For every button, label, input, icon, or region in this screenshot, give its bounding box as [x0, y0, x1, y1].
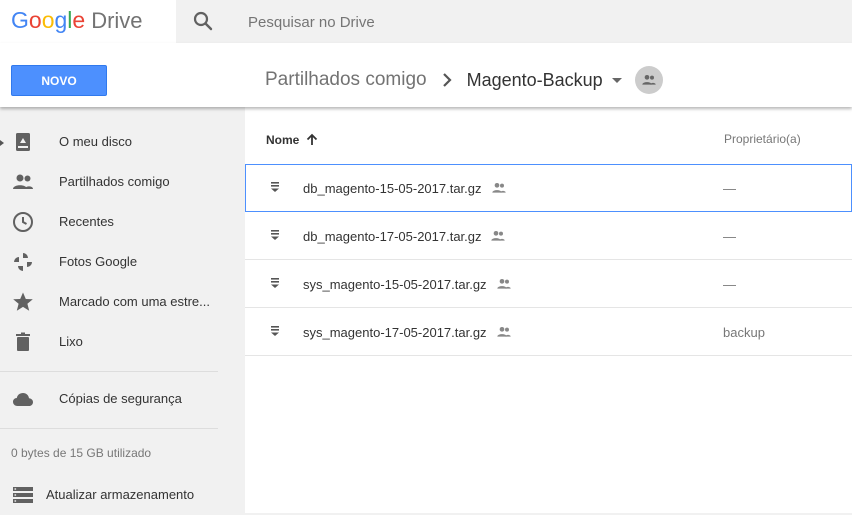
table-row[interactable]: sys_magento-15-05-2017.tar.gz —	[245, 260, 852, 308]
file-name: sys_magento-15-05-2017.tar.gz	[303, 277, 487, 292]
sidebar-divider	[0, 371, 218, 372]
arrow-up-icon[interactable]	[304, 132, 320, 148]
table-row[interactable]: sys_magento-17-05-2017.tar.gz backup	[245, 308, 852, 356]
clock-icon	[13, 212, 33, 232]
upgrade-storage-link[interactable]: Atualizar armazenamento	[0, 475, 245, 515]
breadcrumb-current-folder[interactable]: Magento-Backup	[467, 70, 603, 91]
drive-icon	[16, 133, 30, 151]
breadcrumb-shared-with-me[interactable]: Partilhados comigo	[265, 69, 427, 91]
table-row[interactable]: db_magento-15-05-2017.tar.gz —	[245, 164, 852, 212]
shared-people-icon	[492, 183, 506, 193]
search-icon[interactable]	[191, 9, 215, 33]
shared-people-icon	[642, 75, 656, 85]
archive-file-icon	[271, 278, 279, 288]
shared-people-icon	[497, 279, 511, 289]
sidebar-item-label: Partilhados comigo	[59, 174, 170, 189]
file-owner: —	[723, 277, 736, 292]
sidebar-item-trash[interactable]: Lixo	[0, 322, 245, 362]
photos-pinwheel-icon	[14, 253, 32, 271]
shared-folder-badge[interactable]	[634, 66, 663, 94]
file-owner: backup	[723, 325, 765, 340]
sidebar: O meu disco Partilhados comigo Recentes …	[0, 107, 245, 513]
sidebar-item-label: Lixo	[59, 334, 83, 349]
file-list-header: Nome Proprietário(a)	[245, 107, 852, 164]
archive-file-icon	[271, 230, 279, 240]
google-drive-logo[interactable]: Google Drive	[11, 6, 143, 35]
archive-file-icon	[271, 182, 279, 192]
shared-people-icon	[491, 231, 505, 241]
table-row[interactable]: db_magento-17-05-2017.tar.gz —	[245, 212, 852, 260]
sidebar-item-my-drive[interactable]: O meu disco	[0, 122, 245, 162]
trash-icon	[16, 332, 30, 351]
sidebar-item-label: O meu disco	[59, 134, 132, 149]
column-header-owner[interactable]: Proprietário(a)	[724, 132, 801, 146]
product-name: Drive	[91, 8, 143, 33]
cloud-icon	[13, 393, 33, 406]
upgrade-storage-label: Atualizar armazenamento	[46, 487, 195, 502]
shared-people-icon	[497, 327, 511, 337]
file-owner: —	[723, 229, 736, 244]
sidebar-item-label: Cópias de segurança	[59, 391, 182, 406]
action-bar: NOVO Partilhados comigo Magento-Backup	[0, 43, 852, 107]
breadcrumb: Partilhados comigo Magento-Backup	[265, 66, 663, 94]
file-owner: —	[723, 181, 736, 196]
column-header-name[interactable]: Nome	[266, 132, 320, 148]
file-list: Nome Proprietário(a) db_magento-15-05-20…	[245, 107, 852, 513]
sidebar-item-starred[interactable]: Marcado com uma estre...	[0, 282, 245, 322]
sidebar-item-google-photos[interactable]: Fotos Google	[0, 242, 245, 282]
sidebar-item-backups[interactable]: Cópias de segurança	[0, 379, 245, 419]
caret-down-icon[interactable]	[609, 72, 625, 88]
sidebar-item-label: Marcado com uma estre...	[59, 294, 210, 309]
storage-icon	[13, 487, 33, 503]
chevron-right-icon	[442, 73, 452, 87]
sidebar-item-shared-with-me[interactable]: Partilhados comigo	[0, 162, 245, 202]
file-name: db_magento-15-05-2017.tar.gz	[303, 181, 482, 196]
search-box[interactable]	[176, 0, 852, 43]
archive-file-icon	[271, 326, 279, 336]
new-button[interactable]: NOVO	[11, 65, 107, 96]
file-name: db_magento-17-05-2017.tar.gz	[303, 229, 482, 244]
file-name: sys_magento-17-05-2017.tar.gz	[303, 325, 487, 340]
sidebar-divider	[0, 428, 218, 429]
top-bar: Google Drive	[0, 0, 852, 43]
storage-usage-text: 0 bytes de 15 GB utilizado	[11, 446, 152, 460]
sidebar-item-label: Recentes	[59, 214, 114, 229]
search-input[interactable]	[246, 8, 810, 36]
shared-people-icon	[13, 174, 33, 189]
sidebar-item-recent[interactable]: Recentes	[0, 202, 245, 242]
sidebar-item-label: Fotos Google	[59, 254, 138, 269]
star-icon	[13, 292, 33, 311]
